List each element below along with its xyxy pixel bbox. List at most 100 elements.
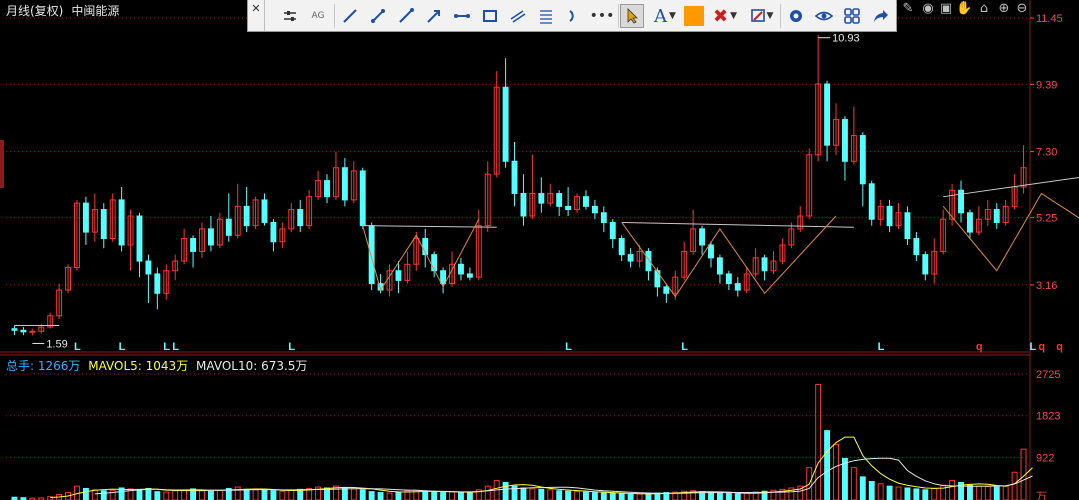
volume-bar <box>288 489 295 500</box>
volume-tick-label: 万 <box>1036 491 1047 500</box>
grid-lines <box>0 0 1031 500</box>
candle-body <box>725 273 732 285</box>
candle-body <box>609 221 616 240</box>
candle-body <box>458 263 464 275</box>
volume-bar <box>368 491 375 500</box>
camera-icon[interactable]: ▣ <box>938 1 954 17</box>
candlestick-chart[interactable]: 11.459.397.305.253.1627251823922万 LLLLLL… <box>0 0 1079 500</box>
volume-bar <box>1002 485 1009 500</box>
volume-bar <box>163 491 170 500</box>
volume-bar <box>82 487 89 500</box>
rectangle-icon[interactable] <box>478 4 502 28</box>
volume-bar <box>850 467 857 500</box>
candle-body <box>395 270 402 281</box>
text-icon[interactable]: A ▼ <box>650 4 680 28</box>
candle-body <box>618 238 625 256</box>
candle-body <box>556 192 563 207</box>
volume-bar <box>172 490 179 500</box>
candle-body <box>502 86 509 162</box>
volume-bar <box>895 486 902 500</box>
candle-body <box>993 209 1000 223</box>
candle-body <box>154 273 161 294</box>
volume-bar <box>833 444 839 500</box>
zoom-out-icon[interactable]: ⊖ <box>1014 1 1030 17</box>
ag-icon[interactable]: AG <box>306 4 330 28</box>
share-icon[interactable] <box>868 4 892 28</box>
volume-bar <box>136 488 143 500</box>
price-axis: 11.45 9.39 7.30 5.25 3.16 2725 1823 922 万 <box>1030 13 1063 500</box>
horizontal-line-icon[interactable] <box>450 4 474 28</box>
candle-body <box>922 254 929 275</box>
candle-body <box>716 257 723 275</box>
volume-bar <box>466 492 473 500</box>
volume-bar <box>109 489 116 500</box>
volume-bar <box>386 492 393 500</box>
volume-bar <box>877 483 884 500</box>
pointer-icon[interactable] <box>620 4 644 28</box>
volume-bar <box>359 489 366 500</box>
price-tick-label: 3.16 <box>1036 280 1057 292</box>
price-candles <box>11 34 1027 336</box>
pattern-lines <box>14 177 1079 326</box>
more-icon[interactable]: ••• <box>590 4 615 28</box>
settings-icon[interactable] <box>278 4 302 28</box>
high-price-label: 10.93 <box>832 33 860 45</box>
candle-body <box>297 209 304 227</box>
candle-body <box>654 270 661 288</box>
volume-bar <box>529 488 536 500</box>
gear-icon[interactable] <box>784 4 808 28</box>
candle-body <box>520 192 527 217</box>
arrow-line-icon[interactable] <box>422 4 446 28</box>
segment-icon[interactable] <box>366 4 390 28</box>
hand-icon[interactable]: ✋ <box>956 1 972 17</box>
eye-icon[interactable]: ◉ <box>920 1 936 17</box>
arc-icon[interactable] <box>562 4 586 28</box>
brush-icon[interactable]: ✎ <box>900 1 916 17</box>
fib-icon[interactable] <box>534 4 558 28</box>
candle-body <box>11 328 18 331</box>
close-icon[interactable]: ✕ <box>248 0 265 31</box>
delete-icon[interactable]: ✖ ▼ <box>710 4 740 28</box>
signal-markers: LLLLLLLLqLqqq <box>74 341 1063 353</box>
grid-icon[interactable] <box>840 4 864 28</box>
volume-bar <box>449 491 455 500</box>
signal-marker: L <box>565 341 572 353</box>
eye-icon[interactable] <box>812 4 836 28</box>
candle-body <box>368 225 375 285</box>
line-icon[interactable] <box>338 4 362 28</box>
candle-body <box>359 170 366 227</box>
volume-bar <box>547 489 554 500</box>
volume-bar <box>270 490 277 500</box>
signal-marker: L <box>172 341 179 353</box>
candle-body <box>734 283 741 291</box>
candle-body <box>341 167 348 201</box>
volume-bars <box>11 383 1033 500</box>
pen-icon[interactable]: ▼ <box>746 4 776 28</box>
ray-icon[interactable] <box>394 4 418 28</box>
signal-marker: q <box>1056 341 1063 353</box>
volume-bar <box>734 493 741 500</box>
volume-bar <box>645 493 652 500</box>
volume-bar <box>886 485 893 500</box>
parallel-line-icon[interactable] <box>506 4 530 28</box>
signal-marker: L <box>681 341 688 353</box>
volume-bar <box>199 490 205 500</box>
signal-marker: L <box>878 341 885 353</box>
volume-bar <box>627 493 634 500</box>
volume-bar <box>967 484 973 500</box>
signal-marker: q <box>976 341 983 353</box>
low-price-label: 1.59 <box>46 338 67 350</box>
zoom-in-icon[interactable]: ⊕ <box>996 1 1012 17</box>
candle-body <box>841 118 848 162</box>
candle-body <box>708 244 714 259</box>
signal-marker: L <box>119 341 126 353</box>
candle-body <box>699 228 706 246</box>
candle-body <box>627 254 634 262</box>
volume-bar <box>377 492 384 500</box>
lock-icon[interactable]: ⌂ <box>976 1 992 17</box>
volume-bar <box>279 490 286 500</box>
candle-body <box>886 205 893 227</box>
candle-body <box>270 221 277 243</box>
price-tick-label: 11.45 <box>1036 13 1063 25</box>
color-swatch-icon[interactable] <box>682 4 706 28</box>
